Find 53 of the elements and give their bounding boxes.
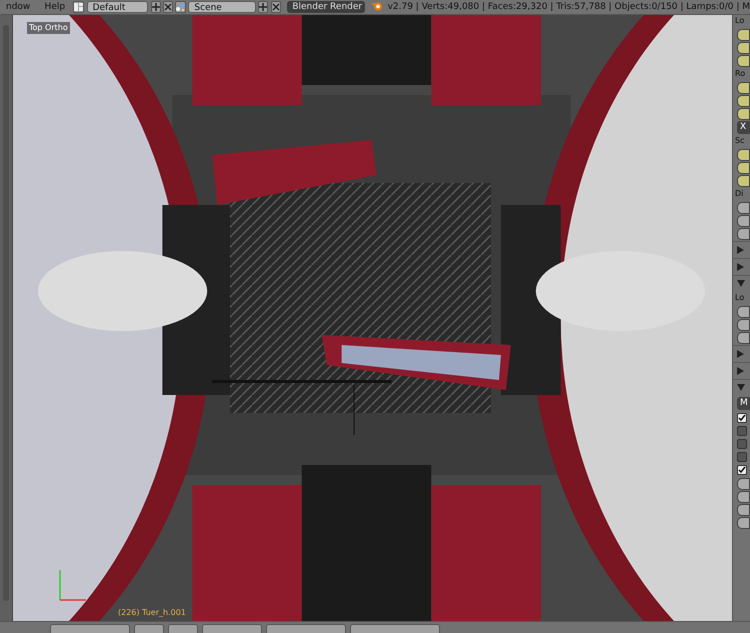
number-field[interactable] xyxy=(737,42,750,54)
number-field[interactable] xyxy=(737,108,750,120)
layout-icon[interactable] xyxy=(73,1,84,13)
checkbox[interactable] xyxy=(737,465,747,475)
panel-label: Sc xyxy=(734,135,746,147)
panel-button[interactable]: X xyxy=(737,121,750,134)
panel-label: Ro xyxy=(734,68,746,80)
number-field[interactable] xyxy=(737,228,750,240)
number-field[interactable] xyxy=(737,29,750,41)
disclosure-triangle-icon[interactable] xyxy=(737,367,745,375)
logo-icon xyxy=(372,0,384,11)
close-icon[interactable] xyxy=(162,1,173,13)
number-field[interactable] xyxy=(737,149,750,161)
render-engine-dropdown[interactable]: Blender Render xyxy=(287,1,366,13)
menu-item[interactable]: ndow xyxy=(0,0,36,14)
disclosure-triangle-icon[interactable] xyxy=(737,384,745,392)
add-icon[interactable] xyxy=(258,1,268,13)
number-field[interactable] xyxy=(737,55,750,67)
checkbox[interactable] xyxy=(737,439,747,449)
panel-label: Di xyxy=(734,188,744,200)
number-field[interactable] xyxy=(737,491,750,503)
number-field[interactable] xyxy=(737,332,750,344)
number-field[interactable] xyxy=(737,162,750,174)
number-field[interactable] xyxy=(737,202,750,214)
disclosure-triangle-icon[interactable] xyxy=(737,246,745,254)
view-label: Top Ortho xyxy=(27,22,70,34)
number-field[interactable] xyxy=(737,319,750,331)
number-field[interactable] xyxy=(737,215,750,227)
number-field[interactable] xyxy=(737,95,750,107)
menu-item[interactable]: Help xyxy=(38,0,72,14)
number-field[interactable] xyxy=(737,82,750,94)
axis-gizmo-icon xyxy=(57,567,87,603)
number-field[interactable] xyxy=(737,517,750,529)
add-icon[interactable] xyxy=(150,1,161,13)
disclosure-triangle-icon[interactable] xyxy=(737,280,745,288)
close-icon[interactable] xyxy=(270,1,281,13)
panel-label: Lo xyxy=(734,292,746,304)
checkbox[interactable] xyxy=(737,452,747,462)
checkbox[interactable] xyxy=(737,413,747,423)
panel-button[interactable]: M xyxy=(737,397,750,410)
number-field[interactable] xyxy=(737,175,750,187)
layout-field[interactable]: Default xyxy=(86,1,148,13)
object-label: (226) Tuer_h.001 xyxy=(118,607,186,619)
number-field[interactable] xyxy=(737,478,750,490)
scene-field[interactable]: Scene xyxy=(188,1,256,13)
checkbox[interactable] xyxy=(737,426,747,436)
scene-icon[interactable] xyxy=(175,1,186,13)
panel-label: Lo xyxy=(734,15,746,27)
disclosure-triangle-icon[interactable] xyxy=(737,350,745,358)
number-field[interactable] xyxy=(737,306,750,318)
stats-text: v2.79 | Verts:49,080 | Faces:29,320 | Tris:57,788 | Objects:0/150 | Lamps:0/0 | M xyxy=(388,1,750,14)
disclosure-triangle-icon[interactable] xyxy=(737,263,745,271)
number-field[interactable] xyxy=(737,504,750,516)
